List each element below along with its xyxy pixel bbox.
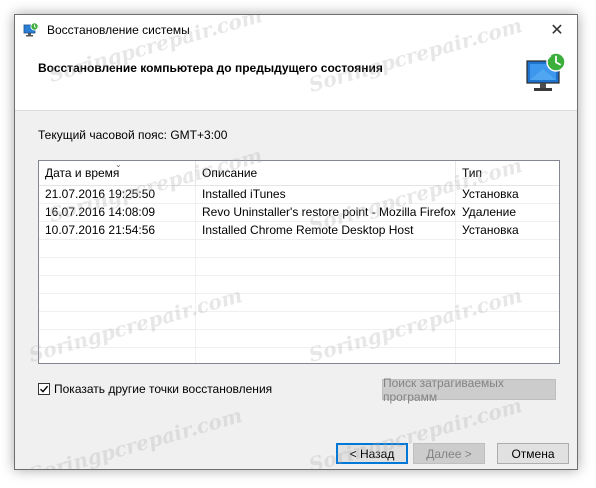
row-type: Установка [462, 187, 519, 201]
row-description: Installed Chrome Remote Desktop Host [196, 222, 456, 239]
list-rows: 21.07.2016 19:25:50 Installed iTunes Уст… [39, 186, 559, 363]
empty-row [39, 294, 559, 312]
row-type: Удаление [462, 205, 517, 219]
next-button[interactable]: Далее > [413, 443, 485, 464]
row-description: Installed iTunes [196, 186, 456, 203]
empty-row [39, 330, 559, 348]
scan-affected-programs-button[interactable]: Поиск затрагиваемых программ [382, 376, 556, 404]
show-more-checkbox[interactable] [38, 383, 50, 395]
checkmark-icon [40, 385, 49, 393]
show-more-restore-points[interactable]: Показать другие точки восстановления [38, 382, 272, 396]
list-item[interactable]: 10.07.2016 21:54:56 Installed Chrome Rem… [39, 222, 559, 240]
column-header-type-label: Тип [462, 166, 483, 180]
row-date: 16.07.2016 14:08:09 [39, 204, 196, 221]
list-item[interactable]: 16.07.2016 14:08:09 Revo Uninstaller's r… [39, 204, 559, 222]
system-restore-window: Восстановление системы ✕ Восстановление … [14, 14, 578, 470]
sort-chevron-icon: ⌄ [115, 161, 122, 169]
system-restore-icon [23, 22, 39, 37]
close-icon: ✕ [550, 22, 564, 39]
column-header-type[interactable]: Тип [456, 161, 559, 185]
page-title: Восстановление компьютера до предыдущего… [38, 61, 383, 75]
window-title: Восстановление системы [47, 23, 190, 37]
monitor-restore-icon [526, 52, 566, 91]
back-button[interactable]: < Назад [336, 443, 408, 464]
column-header-description-label: Описание [202, 166, 258, 180]
show-more-label: Показать другие точки восстановления [54, 382, 273, 396]
close-button[interactable]: ✕ [537, 15, 577, 45]
timezone-label: Текущий часовой пояс: GMT+3:00 [38, 128, 228, 142]
column-header-date-label: Дата и время [45, 166, 120, 180]
empty-row [39, 258, 559, 276]
empty-row [39, 312, 559, 330]
row-date: 21.07.2016 19:25:50 [39, 186, 196, 203]
cancel-button[interactable]: Отмена [497, 443, 569, 464]
row-type: Установка [462, 223, 519, 237]
title-bar[interactable]: Восстановление системы ✕ [15, 15, 577, 45]
empty-row [39, 240, 559, 258]
wizard-header: Восстановление компьютера до предыдущего… [15, 45, 577, 111]
list-header: ⌄ Дата и время Описание Тип [39, 161, 559, 186]
column-header-description[interactable]: Описание [196, 161, 456, 185]
empty-row [39, 348, 559, 363]
empty-row [39, 276, 559, 294]
column-header-date[interactable]: ⌄ Дата и время [39, 161, 196, 185]
watermark: Soringpcrepair.com [25, 403, 245, 470]
restore-points-list[interactable]: ⌄ Дата и время Описание Тип 21.07.2016 1… [38, 160, 560, 364]
row-description: Revo Uninstaller's restore point - Mozil… [196, 204, 456, 221]
list-item[interactable]: 21.07.2016 19:25:50 Installed iTunes Уст… [39, 186, 559, 204]
row-date: 10.07.2016 21:54:56 [39, 222, 196, 239]
